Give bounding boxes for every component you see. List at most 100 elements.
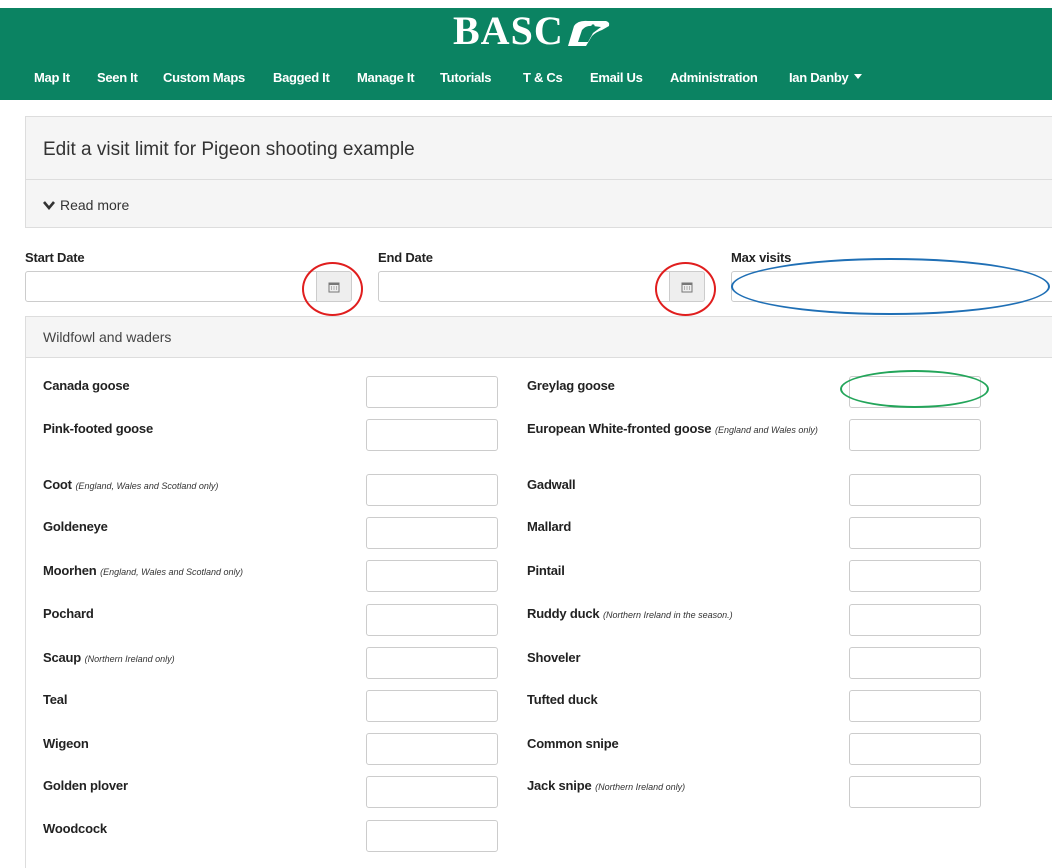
quantity-input-common-snipe[interactable] [849, 733, 981, 765]
species-note: (Northern Ireland only) [84, 654, 175, 664]
user-name: Ian Danby [789, 70, 849, 85]
species-name: Canada goose [43, 378, 130, 393]
species-label-goldeneye: Goldeneye [43, 516, 353, 537]
quantity-input-moorhen[interactable] [366, 560, 498, 592]
nav-manage-it[interactable]: Manage It [357, 69, 415, 87]
start-date-calendar-button[interactable] [316, 271, 352, 302]
quantity-input-pintail[interactable] [849, 560, 981, 592]
species-label-pink-footed-goose: Pink-footed goose [43, 418, 353, 439]
species-label-woodcock: Woodcock [43, 818, 353, 839]
species-label-ruddy-duck: Ruddy duck (Northern Ireland in the seas… [527, 603, 832, 626]
species-name: Scaup [43, 650, 82, 665]
start-date-label: Start Date [25, 250, 85, 265]
nav-tutorials[interactable]: Tutorials [440, 69, 492, 87]
duck-head-logo-icon [567, 20, 609, 46]
quantity-input-woodcock[interactable] [366, 820, 498, 852]
species-note: (England, Wales and Scotland only) [75, 481, 219, 491]
species-name: Tufted duck [527, 692, 598, 707]
species-label-greylag-goose: Greylag goose [527, 375, 832, 396]
quantity-input-wigeon[interactable] [366, 733, 498, 765]
quantity-input-european-white-fronted-goose[interactable] [849, 419, 981, 451]
nav-custom-maps[interactable]: Custom Maps [163, 69, 245, 87]
read-more-toggle[interactable]: Read more [43, 197, 129, 213]
wildfowl-section-header: Wildfowl and waders [25, 316, 1052, 358]
species-name: Golden plover [43, 778, 128, 793]
basc-logo[interactable]: BASC [453, 8, 612, 54]
species-label-wigeon: Wigeon [43, 733, 353, 754]
max-visits-input[interactable] [731, 271, 1052, 302]
quantity-input-teal[interactable] [366, 690, 498, 722]
species-label-jack-snipe: Jack snipe (Northern Ireland only) [527, 775, 832, 798]
species-name: Mallard [527, 519, 572, 534]
species-note: (Northern Ireland only) [595, 782, 686, 792]
species-note: (England and Wales only) [714, 425, 818, 435]
species-note: (Northern Ireland in the season.) [603, 610, 733, 620]
species-name: Moorhen [43, 563, 97, 578]
nav-seen-it[interactable]: Seen It [97, 69, 138, 87]
species-name: Shoveler [527, 650, 581, 665]
quantity-input-scaup[interactable] [366, 647, 498, 679]
species-label-pintail: Pintail [527, 560, 832, 581]
nav-tcs[interactable]: T & Cs [523, 69, 563, 87]
species-label-moorhen: Moorhen (England, Wales and Scotland onl… [43, 560, 353, 583]
quantity-input-greylag-goose[interactable] [849, 376, 981, 408]
chevron-down-icon [43, 201, 55, 210]
page-title: Edit a visit limit for Pigeon shooting e… [43, 139, 415, 160]
quantity-input-mallard[interactable] [849, 517, 981, 549]
calendar-icon [328, 282, 340, 292]
species-name: Wigeon [43, 736, 89, 751]
quantity-input-golden-plover[interactable] [366, 776, 498, 808]
quantity-input-coot[interactable] [366, 474, 498, 506]
page-header-panel: Edit a visit limit for Pigeon shooting e… [25, 116, 1052, 180]
species-name: Gadwall [527, 477, 576, 492]
species-label-tufted-duck: Tufted duck [527, 689, 832, 710]
read-more-label: Read more [60, 197, 130, 213]
quantity-input-jack-snipe[interactable] [849, 776, 981, 808]
quantity-input-pochard[interactable] [366, 604, 498, 636]
nav-email-us[interactable]: Email Us [590, 69, 643, 87]
species-label-teal: Teal [43, 689, 353, 710]
user-menu-dropdown[interactable]: Ian Danby [789, 69, 863, 87]
quantity-input-canada-goose[interactable] [366, 376, 498, 408]
quantity-input-tufted-duck[interactable] [849, 690, 981, 722]
max-visits-label: Max visits [731, 250, 792, 265]
logo-text: BASC [453, 8, 564, 53]
quantity-input-goldeneye[interactable] [366, 517, 498, 549]
species-label-european-white-fronted-goose: European White-fronted goose (England an… [527, 418, 832, 441]
species-label-scaup: Scaup (Northern Ireland only) [43, 647, 353, 670]
species-name: Greylag goose [527, 378, 615, 393]
species-note: (England, Wales and Scotland only) [100, 567, 244, 577]
species-name: European White-fronted goose [527, 421, 712, 436]
quantity-input-shoveler[interactable] [849, 647, 981, 679]
caret-down-icon [854, 74, 863, 79]
section-title: Wildfowl and waders [43, 329, 172, 345]
species-name: Pintail [527, 563, 565, 578]
nav-map-it[interactable]: Map It [34, 69, 70, 87]
nav-administration[interactable]: Administration [670, 69, 758, 87]
species-name: Ruddy duck [527, 606, 600, 621]
species-label-shoveler: Shoveler [527, 647, 832, 668]
top-header: BASC Map It Seen It Custom Maps Bagged It Ma… [0, 8, 1052, 100]
species-label-gadwall: Gadwall [527, 474, 832, 495]
read-more-bar: Read more [25, 180, 1052, 228]
species-name: Pochard [43, 606, 94, 621]
species-label-pochard: Pochard [43, 603, 353, 624]
species-label-coot: Coot (England, Wales and Scotland only) [43, 474, 353, 497]
species-name: Coot [43, 477, 72, 492]
species-name: Teal [43, 692, 68, 707]
quantity-input-pink-footed-goose[interactable] [366, 419, 498, 451]
species-label-mallard: Mallard [527, 516, 832, 537]
species-name: Goldeneye [43, 519, 108, 534]
nav-bagged-it[interactable]: Bagged It [273, 69, 330, 87]
species-name: Jack snipe [527, 778, 592, 793]
quantity-input-gadwall[interactable] [849, 474, 981, 506]
species-label-common-snipe: Common snipe [527, 733, 832, 754]
end-date-input[interactable] [378, 271, 672, 302]
quantity-input-ruddy-duck[interactable] [849, 604, 981, 636]
end-date-calendar-button[interactable] [669, 271, 705, 302]
calendar-icon [681, 282, 693, 292]
start-date-input[interactable] [25, 271, 319, 302]
species-name: Common snipe [527, 736, 619, 751]
species-label-golden-plover: Golden plover [43, 775, 353, 796]
species-name: Pink-footed goose [43, 421, 153, 436]
